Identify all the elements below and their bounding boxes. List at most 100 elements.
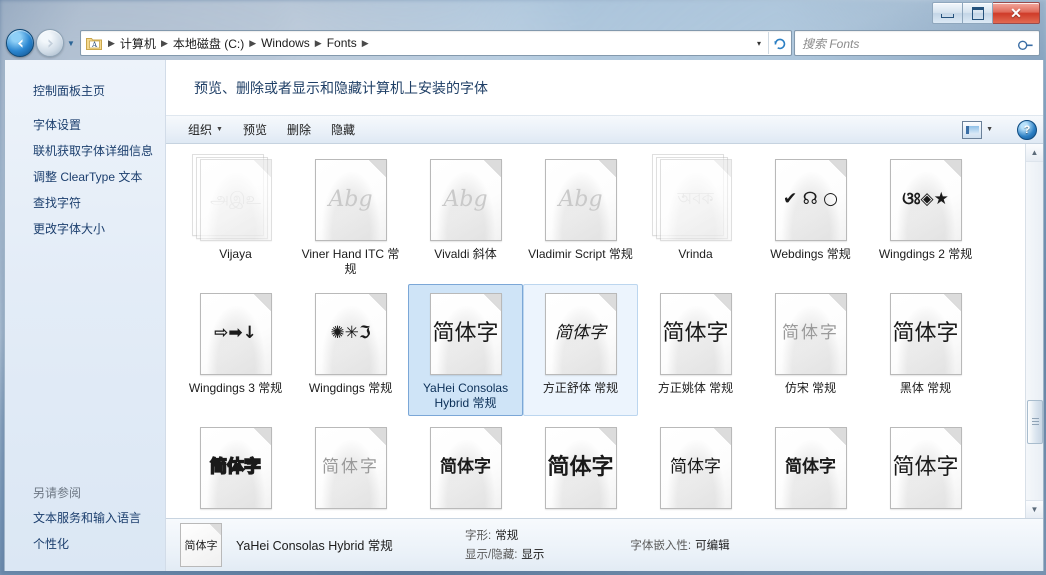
sidebar-see-also: 另请参阅 文本服务和输入语言 个性化 — [5, 480, 165, 557]
font-page-icon: অবক — [659, 158, 732, 241]
font-tile-label: Webdings 常规 — [770, 247, 851, 262]
scrollbar-thumb[interactable] — [1027, 399, 1043, 444]
sidebar-item-text-services[interactable]: 文本服务和输入语言 — [5, 505, 165, 531]
page-title: 预览、删除或者显示和隐藏计算机上安装的字体 — [166, 60, 1043, 117]
font-page-icon: ✔ ☊ ○ — [774, 158, 847, 241]
font-tile[interactable]: অবক Vrinda — [638, 150, 753, 282]
sidebar-item-adjust-cleartype[interactable]: 调整 ClearType 文本 — [5, 164, 165, 190]
sidebar-item-personalization[interactable]: 个性化 — [5, 531, 165, 557]
font-tile[interactable]: 简体字 方正姚体 常规 — [638, 284, 753, 416]
organize-label: 组织 — [188, 123, 213, 138]
breadcrumb-item-3[interactable]: Fonts — [324, 34, 360, 52]
font-page-icon: அஇஉ — [199, 158, 272, 241]
page-fold-edge-icon — [713, 159, 731, 177]
vertical-scrollbar[interactable]: ▲ ▼ — [1025, 144, 1043, 518]
breadcrumb: ▶ 计算机 ▶ 本地磁盘 (C:) ▶ Windows ▶ Fonts ▶ — [104, 33, 371, 54]
font-page-icon: ଓଃ◈★ — [889, 158, 962, 241]
breadcrumb-separator: ▶ — [160, 37, 168, 48]
help-button[interactable]: ? — [1017, 119, 1037, 140]
desktop-background: ✕ ▼ A ▶ 计算机 ▶ 本地磁盘 (C:) ▶ Windows ▶ Font… — [0, 0, 1046, 575]
font-tile[interactable]: 简体字 黑体 常规 — [868, 284, 983, 416]
breadcrumb-separator: ▶ — [108, 37, 115, 48]
font-page-icon: 简体字 — [774, 292, 847, 375]
font-tile-label: Vladimir Script 常规 — [528, 247, 633, 262]
chevron-down-icon: ▼ — [986, 126, 993, 134]
search-input[interactable]: 搜索 Fonts — [795, 35, 859, 52]
font-tile[interactable]: 简体字 仿宋 常规 — [753, 284, 868, 416]
search-icon — [1014, 29, 1042, 57]
font-file-icon: 简体字 — [880, 425, 972, 510]
font-tile[interactable]: 简体字 — [638, 418, 753, 518]
minimize-button[interactable] — [932, 2, 963, 24]
font-sample-text: 简体字 — [785, 457, 837, 478]
font-page-icon: 简体字 — [659, 426, 732, 509]
forward-arrow-icon — [48, 38, 53, 48]
details-pane: 简体字 YaHei Consolas Hybrid 常规 字形: 常规 显示/隐… — [166, 517, 1043, 571]
breadcrumb-item-1[interactable]: 本地磁盘 (C:) — [170, 33, 247, 54]
scrollbar-grip-icon — [1031, 418, 1039, 426]
sidebar-item-get-font-details-online[interactable]: 联机获取字体详细信息 — [5, 138, 165, 164]
font-tile[interactable]: ✔ ☊ ○ Webdings 常规 — [753, 150, 868, 282]
back-button[interactable] — [6, 29, 34, 57]
hide-button[interactable]: 隐藏 — [321, 117, 365, 142]
font-sample-text: ✺✳ℑ — [330, 323, 371, 344]
breadcrumb-item-0[interactable]: 计算机 — [117, 33, 159, 54]
close-button[interactable]: ✕ — [993, 2, 1040, 24]
breadcrumb-item-2[interactable]: Windows — [258, 34, 313, 52]
font-tile[interactable]: 简体字 — [178, 418, 293, 518]
back-arrow-icon — [17, 38, 22, 48]
organize-button[interactable]: 组织 ▼ — [178, 117, 233, 142]
maximize-icon — [971, 6, 984, 20]
font-sample-text: 简体字 — [555, 323, 607, 344]
font-file-icon: 简体字 — [880, 291, 972, 376]
font-tile[interactable]: 简体字 — [868, 418, 983, 518]
scroll-down-button[interactable]: ▼ — [1026, 499, 1043, 518]
font-sample-text: Abg — [443, 186, 488, 212]
font-tile[interactable]: 简体字方正舒体 常规 — [523, 284, 639, 417]
font-tile[interactable]: 简体字 — [523, 418, 638, 518]
maximize-button[interactable] — [963, 2, 993, 24]
page-fold-edge-icon — [368, 293, 386, 311]
font-tile[interactable]: 简体字 — [753, 418, 868, 518]
font-tile[interactable]: 简体字 — [293, 418, 408, 518]
font-tile[interactable]: 简体字 YaHei Consolas Hybrid 常规 — [408, 284, 524, 417]
sidebar-item-change-font-size[interactable]: 更改字体大小 — [5, 216, 165, 242]
page-fold-edge-icon — [943, 293, 961, 311]
font-tile-label: 黑体 常规 — [899, 381, 952, 396]
font-tile[interactable]: Abg Vivaldi 斜体 — [408, 150, 523, 282]
font-tile[interactable]: அஇஉ Vijaya — [178, 150, 293, 282]
font-file-icon: 简体字 — [765, 425, 857, 510]
font-sample-text: ଓଃ◈★ — [902, 189, 949, 210]
font-tile[interactable]: ⇨➡↓ Wingdings 3 常规 — [178, 284, 293, 416]
font-tile[interactable]: Abg Vladimir Script 常规 — [523, 150, 638, 282]
selected-font-thumbnail: 简体字 — [180, 522, 223, 567]
font-tile-label: Wingdings 2 常规 — [878, 247, 973, 262]
address-bar[interactable]: A ▶ 计算机 ▶ 本地磁盘 (C:) ▶ Windows ▶ Fonts ▶ … — [80, 30, 792, 56]
font-sample-text: 简体字 — [432, 320, 499, 346]
page-fold-edge-icon — [828, 159, 846, 177]
preview-button[interactable]: 预览 — [233, 117, 277, 142]
forward-button[interactable] — [36, 29, 64, 57]
window-controls: ✕ — [932, 2, 1040, 24]
search-box[interactable]: 搜索 Fonts — [794, 30, 1040, 56]
address-dropdown-button[interactable]: ▾ — [750, 39, 768, 48]
refresh-button[interactable] — [768, 32, 791, 54]
change-view-button[interactable]: ▼ — [952, 117, 1003, 143]
recent-pages-button[interactable]: ▼ — [64, 30, 78, 56]
font-page-icon: 简体字 — [889, 426, 962, 509]
font-tile[interactable]: ଓଃ◈★ Wingdings 2 常规 — [868, 150, 983, 282]
font-sample-text: 简体字 — [547, 454, 614, 480]
font-file-icon: ✔ ☊ ○ — [765, 157, 857, 242]
font-sample-text: 简体字 — [662, 320, 729, 346]
font-file-icon: Abg — [305, 157, 397, 242]
font-tile-label: 方正舒体 常规 — [542, 381, 619, 396]
delete-button[interactable]: 删除 — [277, 117, 321, 142]
font-tile[interactable]: 简体字 — [408, 418, 523, 518]
scroll-up-button[interactable]: ▲ — [1026, 144, 1043, 163]
sidebar-item-control-panel-home[interactable]: 控制面板主页 — [5, 78, 165, 112]
font-tile[interactable]: ✺✳ℑ Wingdings 常规 — [293, 284, 408, 416]
font-tile[interactable]: Abg Viner Hand ITC 常规 — [293, 150, 408, 282]
sidebar-item-find-character[interactable]: 查找字符 — [5, 190, 165, 216]
sidebar-item-font-settings[interactable]: 字体设置 — [5, 112, 165, 138]
font-file-icon: 简体字 — [190, 425, 282, 510]
